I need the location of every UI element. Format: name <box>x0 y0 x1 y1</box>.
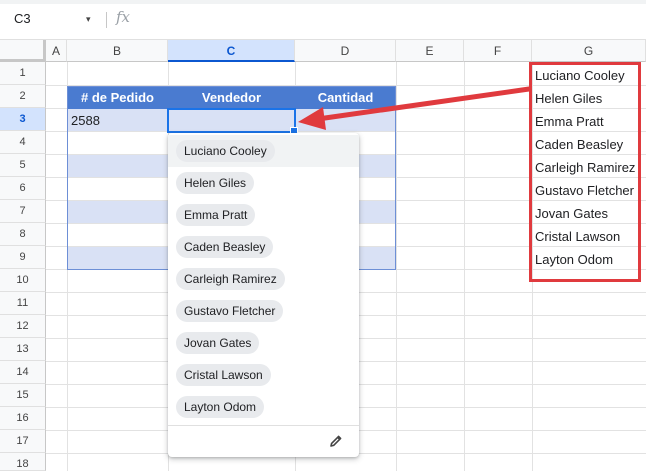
gridline <box>464 62 465 471</box>
column-header-b[interactable]: B <box>67 40 168 62</box>
list-item[interactable]: Caden Beasley <box>535 137 623 152</box>
list-item[interactable]: Gustavo Fletcher <box>535 183 634 198</box>
option-chip: Gustavo Fletcher <box>176 300 284 322</box>
dropdown-option[interactable]: Carleigh Ramirez <box>168 263 359 295</box>
row-header-8[interactable]: 8 <box>0 223 46 246</box>
gridline <box>396 62 397 471</box>
row-header-10[interactable]: 10 <box>0 269 46 292</box>
row-header-14[interactable]: 14 <box>0 361 46 384</box>
table-header-quantity[interactable]: Cantidad <box>295 86 396 109</box>
fx-icon: fx <box>116 8 131 26</box>
row-header-13[interactable]: 13 <box>0 338 46 361</box>
option-chip: Helen Giles <box>176 172 255 194</box>
formula-bar: C3 ▾ fx <box>0 0 646 40</box>
list-item[interactable]: Jovan Gates <box>535 206 608 221</box>
row-header-5[interactable]: 5 <box>0 154 46 177</box>
row-header-17[interactable]: 17 <box>0 430 46 453</box>
dropdown-option[interactable]: Emma Pratt <box>168 199 359 231</box>
option-chip: Cristal Lawson <box>176 364 271 386</box>
option-chip: Luciano Cooley <box>176 140 275 162</box>
column-header-d[interactable]: D <box>295 40 396 62</box>
option-chip: Jovan Gates <box>176 332 260 354</box>
list-item[interactable]: Cristal Lawson <box>535 229 620 244</box>
dropdown-option[interactable]: Helen Giles <box>168 167 359 199</box>
list-item[interactable]: Layton Odom <box>535 252 613 267</box>
row-header-16[interactable]: 16 <box>0 407 46 430</box>
cell-b3[interactable]: 2588 <box>71 112 166 130</box>
list-item[interactable]: Emma Pratt <box>535 114 604 129</box>
list-item[interactable]: Carleigh Ramirez <box>535 160 635 175</box>
table-header-vendor[interactable]: Vendedor <box>168 86 295 109</box>
dropdown-option[interactable]: Cristal Lawson <box>168 359 359 391</box>
select-all-corner[interactable] <box>0 40 46 62</box>
column-header-g[interactable]: G <box>532 40 646 62</box>
column-header-a[interactable]: A <box>46 40 67 62</box>
option-chip: Caden Beasley <box>176 236 274 258</box>
table-header-order-id[interactable]: # de Pedido <box>67 86 168 109</box>
pencil-icon[interactable] <box>328 433 344 449</box>
row-header-3[interactable]: 3 <box>0 108 46 131</box>
option-chip: Emma Pratt <box>176 204 256 226</box>
column-header-c[interactable]: C <box>168 40 295 62</box>
row-header-4[interactable]: 4 <box>0 131 46 154</box>
dropdown-option[interactable]: Luciano Cooley <box>168 135 359 167</box>
list-item[interactable]: Luciano Cooley <box>535 68 625 83</box>
row-header-15[interactable]: 15 <box>0 384 46 407</box>
option-chip: Layton Odom <box>176 396 265 418</box>
toolbar-edge <box>0 0 646 4</box>
row-header-12[interactable]: 12 <box>0 315 46 338</box>
dropdown-divider <box>168 425 359 426</box>
row-header-9[interactable]: 9 <box>0 246 46 269</box>
active-cell-c3[interactable] <box>167 108 298 135</box>
dropdown-option[interactable]: Jovan Gates <box>168 327 359 359</box>
dropdown-option[interactable]: Caden Beasley <box>168 231 359 263</box>
formula-bar-divider <box>106 12 107 28</box>
data-validation-dropdown: Luciano Cooley Helen Giles Emma Pratt Ca… <box>168 133 359 457</box>
row-header-2[interactable]: 2 <box>0 85 46 108</box>
row-header-7[interactable]: 7 <box>0 200 46 223</box>
option-chip: Carleigh Ramirez <box>176 268 285 290</box>
list-item[interactable]: Helen Giles <box>535 91 602 106</box>
column-header-e[interactable]: E <box>396 40 464 62</box>
row-header-1[interactable]: 1 <box>0 62 46 85</box>
row-header-6[interactable]: 6 <box>0 177 46 200</box>
name-box-dropdown-icon[interactable]: ▾ <box>86 6 98 32</box>
column-header-f[interactable]: F <box>464 40 532 62</box>
row-header-11[interactable]: 11 <box>0 292 46 315</box>
dropdown-option[interactable]: Layton Odom <box>168 391 359 423</box>
dropdown-option[interactable]: Gustavo Fletcher <box>168 295 359 327</box>
row-header-18[interactable]: 18 <box>0 453 46 471</box>
